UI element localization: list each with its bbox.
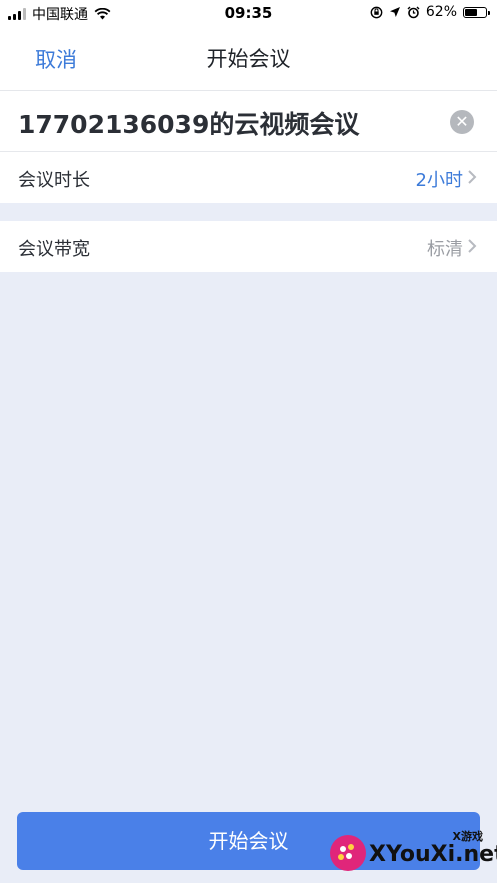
meeting-duration-label: 会议时长 [18,170,90,191]
cancel-button[interactable]: 取消 [35,44,77,74]
chevron-right-icon [468,170,477,184]
alarm-icon [407,6,420,18]
chevron-right-icon [468,239,477,253]
meeting-bandwidth-label: 会议带宽 [18,239,90,260]
orientation-lock-icon [370,6,383,18]
meeting-duration-value: 2小时 [415,170,463,191]
battery-level-fill [465,8,477,16]
clear-text-button[interactable]: ✕ [450,110,474,134]
meeting-duration-row[interactable]: 会议时长 2小时 [0,152,497,203]
start-meeting-button[interactable]: 开始会议 [17,812,480,870]
status-right: 62% [370,4,490,20]
meeting-name-field[interactable]: 17702136039的云视频会议 ✕ [0,91,497,152]
meeting-bandwidth-row[interactable]: 会议带宽 标清 [0,221,497,272]
battery-percent: 62% [425,4,457,20]
meeting-name-text[interactable]: 17702136039的云视频会议 [18,105,359,141]
clear-icon: ✕ [455,112,469,131]
meeting-bandwidth-value: 标清 [427,239,463,260]
navigation-bar: 取消 开始会议 [0,26,497,91]
status-bar: 中国联通 09:35 62% [0,0,497,26]
location-arrow-icon [389,7,400,17]
battery-icon [463,6,490,18]
